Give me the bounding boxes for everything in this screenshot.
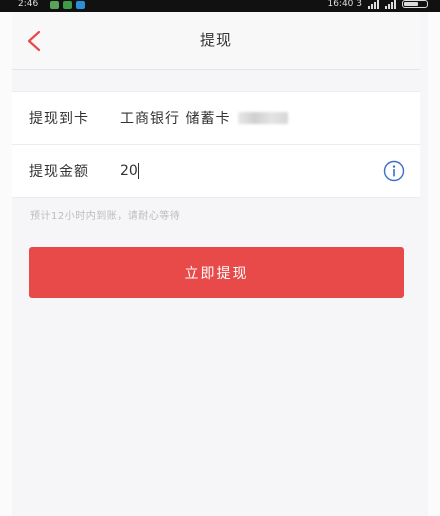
- status-right-text: 16:40 3: [327, 0, 362, 9]
- withdraw-now-button[interactable]: 立即提现: [29, 247, 404, 298]
- status-bar: 2:46 16:40 3: [0, 0, 440, 12]
- arrival-hint: 预计12小时内到账，请耐心等待: [30, 211, 181, 222]
- battery-level: [404, 2, 419, 6]
- card-label: 提现到卡: [29, 111, 89, 127]
- signal-icon: [385, 0, 396, 9]
- status-time: 2:46: [18, 0, 39, 9]
- signal-icon: [368, 0, 379, 9]
- notification-app-icon: [63, 1, 72, 9]
- status-right: 16:40 3: [327, 0, 428, 10]
- notification-app-icon: [50, 1, 59, 9]
- navigation-bar: 提现: [12, 12, 420, 70]
- card-name: 工商银行 储蓄卡: [120, 111, 231, 127]
- status-app-icons: [50, 1, 85, 9]
- right-edge: [428, 12, 440, 516]
- info-circle-icon[interactable]: [383, 160, 405, 182]
- card-row[interactable]: 提现到卡 工商银行 储蓄卡: [12, 92, 420, 144]
- card-value: 工商银行 储蓄卡: [120, 108, 289, 128]
- text-cursor: [138, 163, 139, 179]
- amount-input[interactable]: [120, 156, 370, 186]
- notification-app-icon: [76, 1, 85, 9]
- withdraw-form: 提现到卡 工商银行 储蓄卡 提现金额: [12, 91, 420, 198]
- amount-row: 提现金额: [12, 144, 420, 197]
- card-number-masked: [238, 112, 289, 124]
- left-edge: [0, 12, 12, 516]
- amount-label: 提现金额: [29, 164, 89, 180]
- page-title: 提现: [199, 31, 232, 49]
- battery-icon: [402, 0, 428, 8]
